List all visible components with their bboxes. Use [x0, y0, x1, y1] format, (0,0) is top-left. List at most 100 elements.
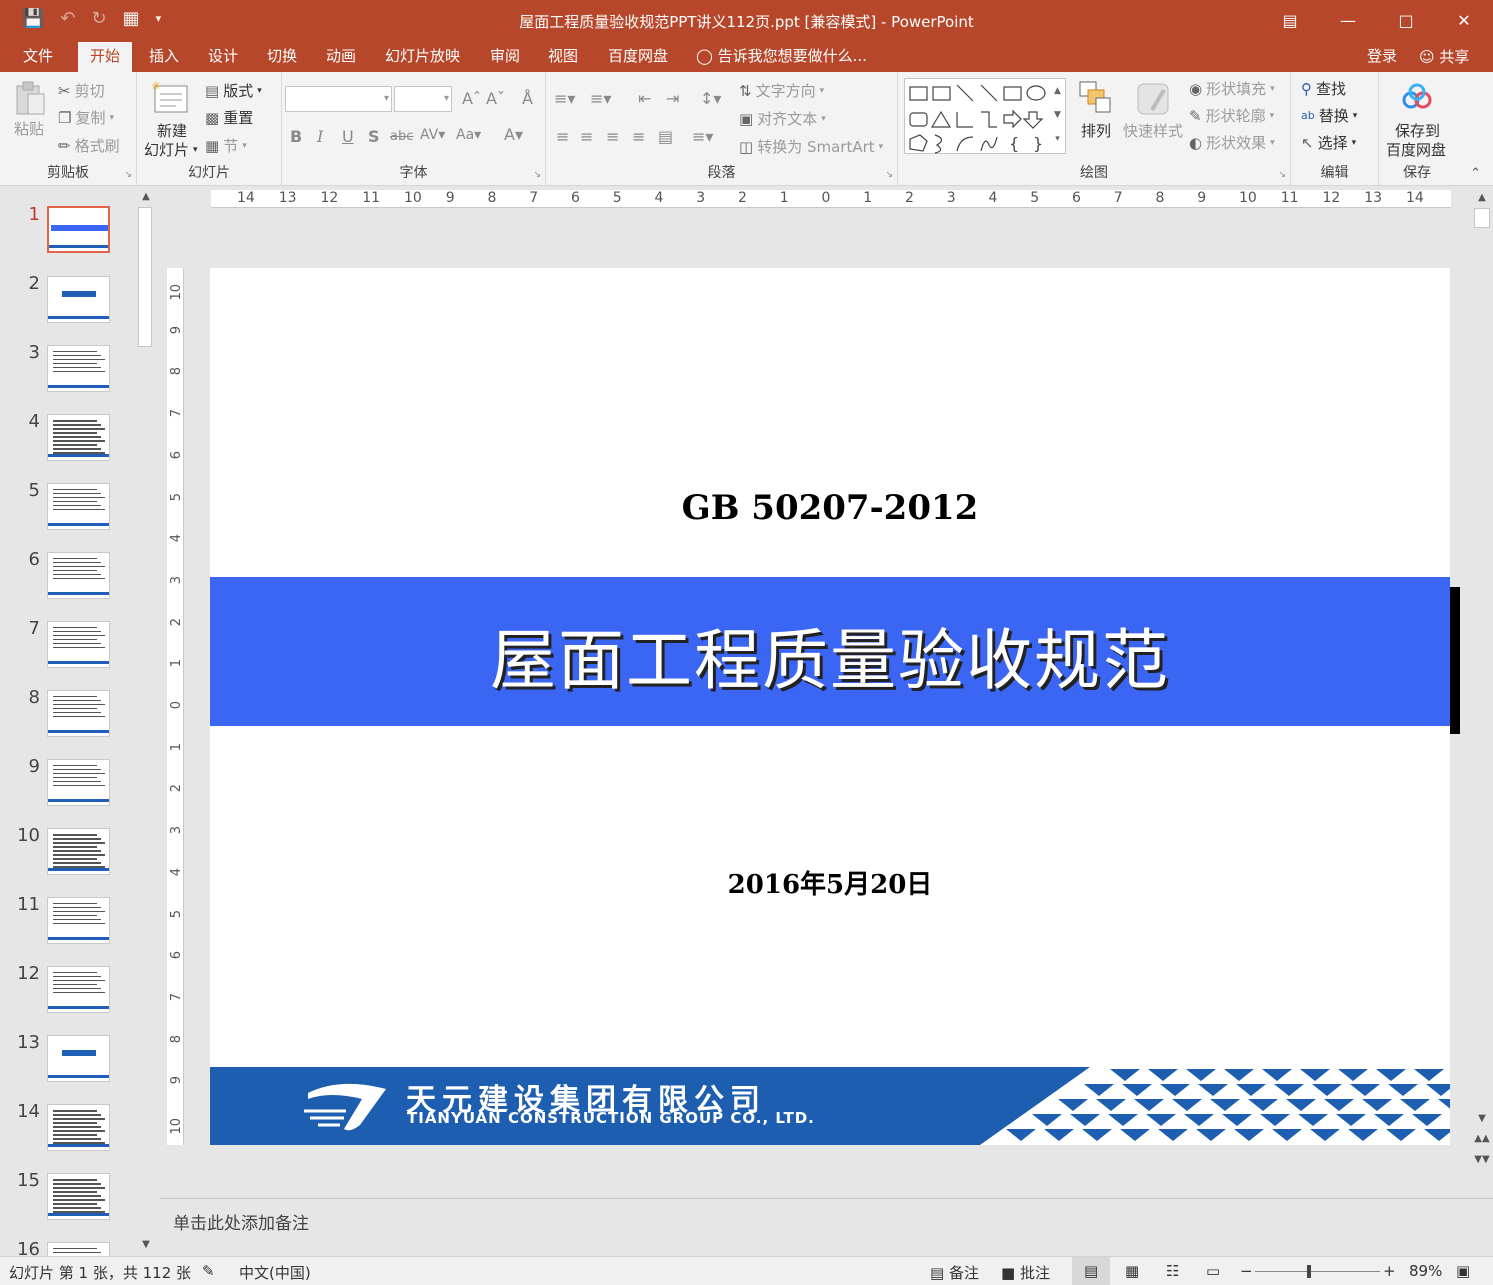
- gallery-scroll[interactable]: ▲ ▼ ▾: [1050, 79, 1065, 151]
- slide-thumbnail-image[interactable]: [47, 345, 110, 392]
- convert-smartart-button[interactable]: ◫ 转换为 SmartArt ▾: [739, 136, 883, 157]
- clear-formatting-icon[interactable]: Å: [522, 89, 533, 108]
- layout-button[interactable]: ▤ 版式 ▾: [205, 80, 262, 101]
- language-indicator[interactable]: 中文(中国): [239, 1262, 311, 1283]
- copy-button[interactable]: ❐ 复制 ▾: [58, 107, 114, 128]
- slide-thumbnail-image[interactable]: [47, 1104, 110, 1151]
- tab-animations[interactable]: 动画: [314, 40, 368, 72]
- shrink-font-icon[interactable]: Aˇ: [486, 89, 505, 108]
- slide-thumbnail[interactable]: 2: [0, 270, 140, 339]
- slide-thumbnail[interactable]: 10: [0, 822, 140, 891]
- slideshow-icon[interactable]: ▭: [1206, 1262, 1220, 1280]
- tab-insert[interactable]: 插入: [137, 40, 191, 72]
- zoom-slider-thumb[interactable]: [1307, 1265, 1311, 1278]
- slide-thumbnail[interactable]: 3: [0, 339, 140, 408]
- slide-title-band[interactable]: 屋面工程质量验收规范: [210, 577, 1450, 726]
- slide-date[interactable]: 2016年5月20日: [210, 864, 1450, 901]
- italic-icon[interactable]: I: [317, 127, 323, 146]
- quick-styles-icon[interactable]: [1134, 80, 1174, 118]
- select-button[interactable]: ↖ 选择 ▾: [1301, 132, 1356, 153]
- close-button[interactable]: ✕: [1435, 0, 1493, 40]
- align-center-icon[interactable]: ≡: [580, 127, 593, 146]
- quick-styles-button[interactable]: 快速样式: [1123, 120, 1183, 141]
- font-launcher-icon[interactable]: ↘: [533, 170, 541, 180]
- change-case-icon[interactable]: Aa▾: [456, 127, 481, 143]
- paragraph-launcher-icon[interactable]: ↘: [885, 170, 893, 180]
- tell-me-search[interactable]: ◯ 告诉我您想要做什么...: [696, 40, 867, 72]
- slide-thumbnail-image[interactable]: [47, 1173, 110, 1220]
- minimize-button[interactable]: —: [1319, 0, 1377, 40]
- numbering-icon[interactable]: ≡▾: [590, 89, 611, 108]
- scroll-up-icon[interactable]: ▲: [138, 191, 154, 202]
- slide-sorter-icon[interactable]: ▦: [1125, 1262, 1139, 1280]
- increase-indent-icon[interactable]: ⇥: [666, 89, 679, 108]
- font-size-input[interactable]: ▾: [394, 86, 452, 112]
- find-button[interactable]: ⚲ 查找: [1301, 78, 1346, 99]
- align-text-button[interactable]: ▣ 对齐文本 ▾: [739, 108, 826, 129]
- scroll-down-icon[interactable]: ▼: [138, 1239, 154, 1250]
- spelling-check-icon[interactable]: ✎: [202, 1262, 215, 1280]
- scroll-down-icon[interactable]: ▼: [1474, 1113, 1490, 1124]
- shape-fill-button[interactable]: ◉ 形状填充 ▾: [1189, 78, 1275, 99]
- tab-slideshow[interactable]: 幻灯片放映: [373, 40, 472, 72]
- slide-thumbnail-image[interactable]: [47, 414, 110, 461]
- save-to-label-2[interactable]: 百度网盘: [1386, 139, 1446, 160]
- normal-view-button[interactable]: ▤: [1072, 1257, 1110, 1285]
- slide-thumbnail[interactable]: 14: [0, 1098, 140, 1167]
- replace-button[interactable]: ab 替换 ▾: [1301, 105, 1357, 126]
- shape-effects-button[interactable]: ◐ 形状效果 ▾: [1189, 132, 1275, 153]
- strikethrough-icon[interactable]: abc: [390, 129, 413, 144]
- bold-icon[interactable]: B: [290, 127, 302, 146]
- align-left-icon[interactable]: ≡: [556, 127, 569, 146]
- notes-pane[interactable]: 单击此处添加备注: [160, 1198, 1493, 1256]
- drawing-launcher-icon[interactable]: ↘: [1278, 170, 1286, 180]
- editor-scroll-thumb[interactable]: [1474, 208, 1490, 228]
- new-slide-icon[interactable]: ✳: [151, 79, 191, 114]
- underline-icon[interactable]: U: [342, 127, 354, 146]
- format-painter-button[interactable]: ✏ 格式刷: [58, 135, 120, 156]
- slide-thumbnail[interactable]: 6: [0, 546, 140, 615]
- save-to-label-1[interactable]: 保存到: [1395, 120, 1440, 141]
- previous-slide-icon[interactable]: ▲▲: [1474, 1133, 1490, 1144]
- zoom-out-button[interactable]: −: [1240, 1262, 1253, 1280]
- slide-thumbnail[interactable]: 13: [0, 1029, 140, 1098]
- slide-thumbnail[interactable]: 12: [0, 960, 140, 1029]
- slide-thumbnail-image[interactable]: [47, 1035, 110, 1082]
- zoom-slider[interactable]: [1255, 1265, 1380, 1278]
- tab-review[interactable]: 审阅: [478, 40, 532, 72]
- slide-thumbnail-image[interactable]: [47, 276, 110, 323]
- text-shadow-icon[interactable]: S: [368, 127, 380, 146]
- shape-outline-button[interactable]: ✎ 形状轮廓 ▾: [1189, 105, 1274, 126]
- slide-thumbnail-image[interactable]: [47, 966, 110, 1013]
- slide-thumbnail-image[interactable]: [47, 759, 110, 806]
- slide-thumbnail[interactable]: 8: [0, 684, 140, 753]
- editor-scrollbar[interactable]: ▲ ▼ ▲▲ ▼▼: [1472, 188, 1492, 1198]
- grow-font-icon[interactable]: Aˆ: [462, 89, 481, 108]
- zoom-level[interactable]: 89%: [1409, 1262, 1442, 1280]
- decrease-indent-icon[interactable]: ⇤: [638, 89, 651, 108]
- section-button[interactable]: ▦ 节 ▾: [205, 135, 247, 156]
- fit-to-window-icon[interactable]: ▣: [1456, 1262, 1470, 1280]
- character-spacing-icon[interactable]: AV▾: [420, 127, 445, 143]
- slide-subtitle[interactable]: GB 50207-2012: [210, 488, 1450, 528]
- reading-view-icon[interactable]: ☷: [1166, 1262, 1179, 1280]
- share-button[interactable]: ☺ 共享: [1410, 44, 1478, 70]
- slide-thumbnail-image[interactable]: [47, 690, 110, 737]
- paste-button[interactable]: 粘贴: [14, 118, 44, 139]
- next-slide-icon[interactable]: ▼▼: [1474, 1154, 1490, 1165]
- font-name-input[interactable]: ▾: [285, 86, 392, 112]
- font-color-icon[interactable]: A▾: [504, 125, 523, 144]
- tab-transitions[interactable]: 切换: [255, 40, 309, 72]
- slide-thumbnail[interactable]: 15: [0, 1167, 140, 1236]
- new-slide-dropdown[interactable]: 幻灯片 ▾: [144, 139, 198, 160]
- tab-file[interactable]: 文件: [11, 40, 65, 72]
- slide-thumbnail[interactable]: 1: [0, 201, 140, 270]
- paste-icon[interactable]: [12, 80, 48, 116]
- zoom-in-button[interactable]: +: [1383, 1262, 1396, 1280]
- text-direction-button[interactable]: ⇅ 文字方向 ▾: [739, 80, 824, 101]
- thumbnail-scrollbar[interactable]: ▲ ▼: [136, 187, 153, 1256]
- line-spacing-icon[interactable]: ↕▾: [700, 89, 721, 108]
- cut-button[interactable]: ✂ 剪切: [58, 80, 105, 101]
- slide-thumbnail[interactable]: 7: [0, 615, 140, 684]
- maximize-button[interactable]: □: [1377, 0, 1435, 40]
